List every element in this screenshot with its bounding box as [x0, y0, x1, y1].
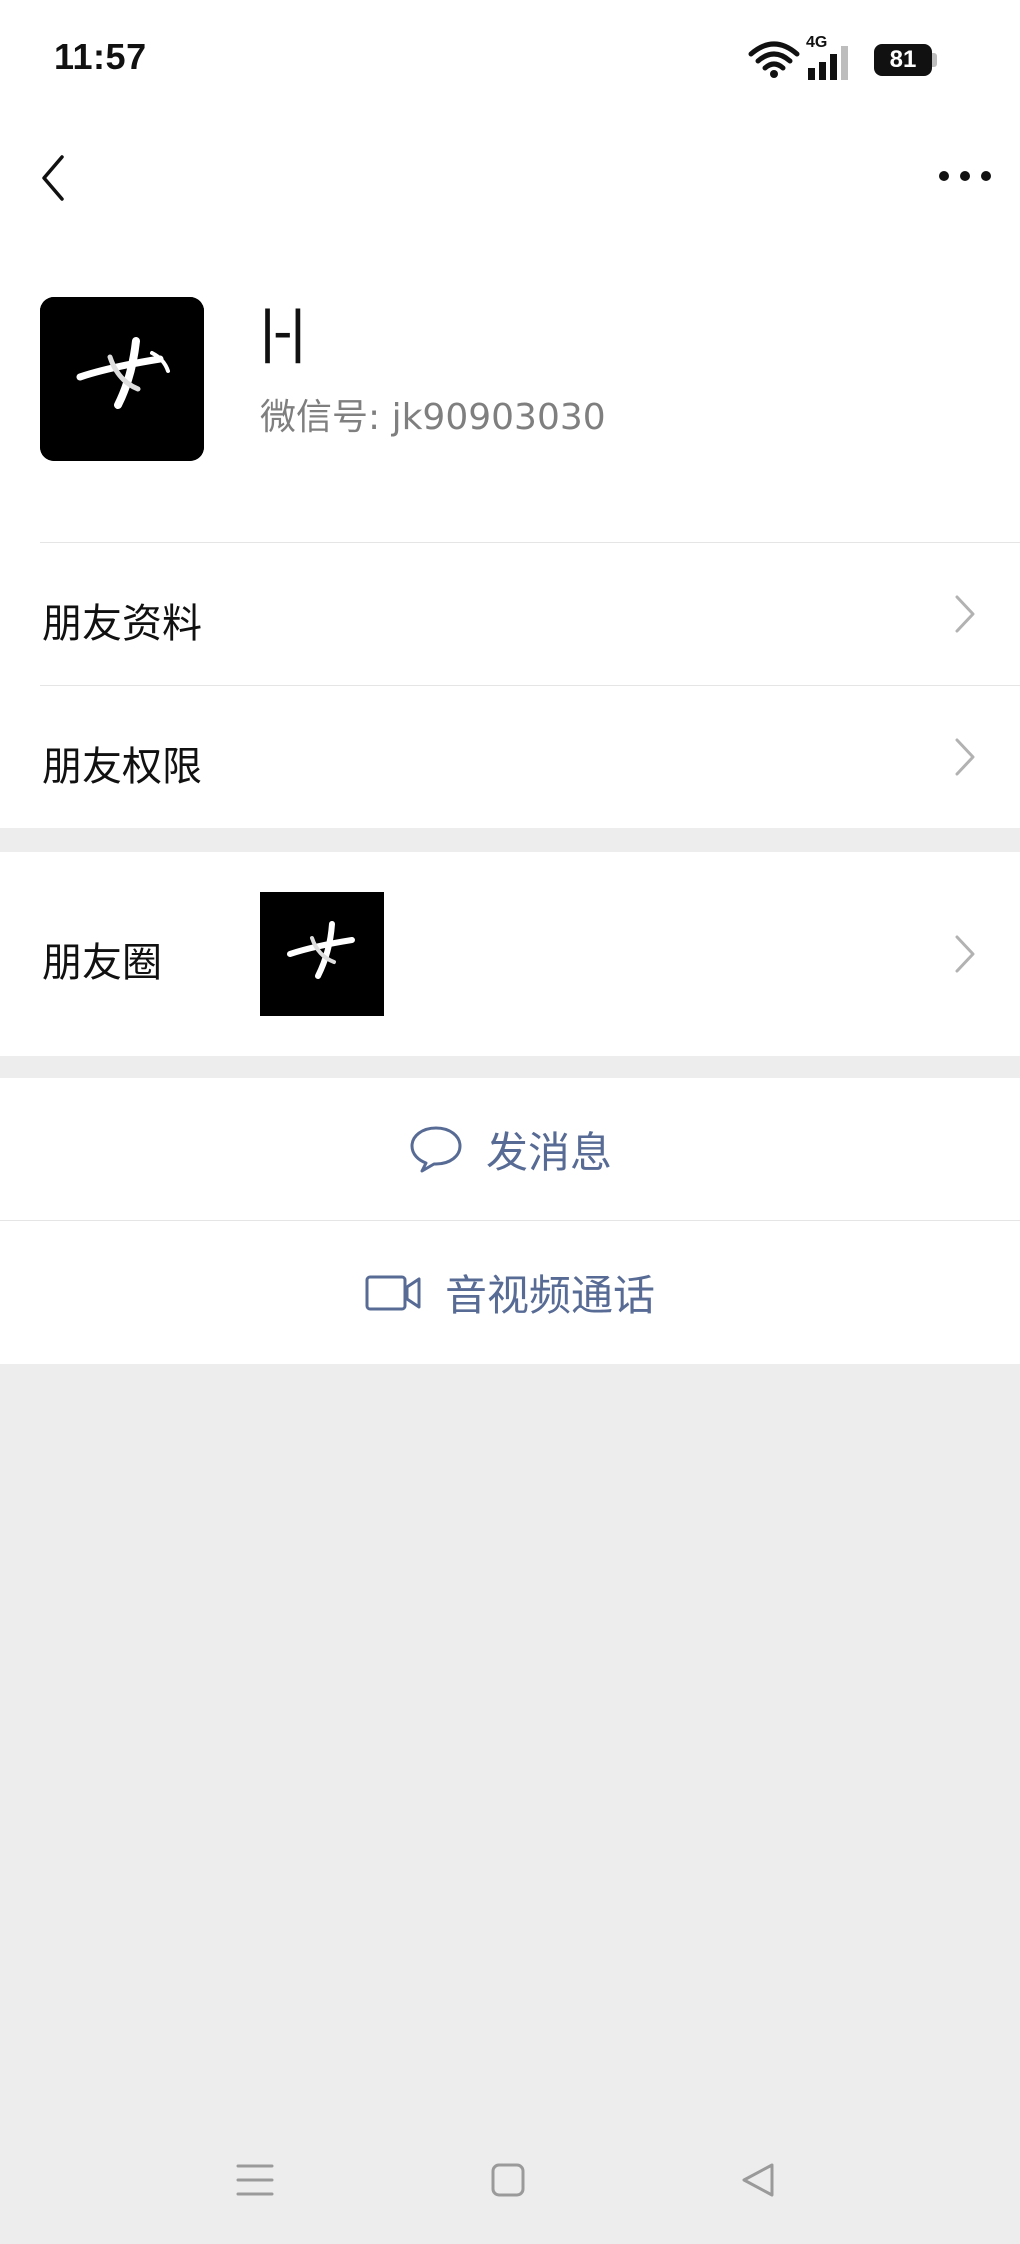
moments-thumbnail	[260, 892, 384, 1016]
send-message-label: 发消息	[485, 1127, 612, 1177]
send-message-button[interactable]: 发消息	[0, 1078, 1020, 1220]
display-name: |-|	[260, 299, 305, 364]
status-bar: 11:57 4G 81	[0, 0, 1020, 120]
moments-image	[260, 892, 384, 1016]
friend-info-label: 朋友资料	[42, 601, 202, 647]
back-triangle-icon[interactable]	[740, 2162, 776, 2198]
battery-tip	[932, 53, 937, 67]
battery-level: 81	[889, 46, 917, 73]
wifi-icon	[748, 41, 800, 78]
friend-info-row[interactable]: 朋友资料	[0, 543, 1020, 686]
menu-icon[interactable]	[236, 2162, 274, 2198]
video-call-label: 音视频通话	[444, 1271, 655, 1320]
moments-label: 朋友圈	[42, 940, 162, 986]
video-camera-icon	[365, 1275, 421, 1310]
profile-card: |-| 微信号: jk90903030	[0, 230, 1020, 543]
avatar[interactable]	[40, 297, 204, 461]
friend-permissions-label: 朋友权限	[42, 744, 202, 790]
more-options-button[interactable]	[930, 156, 1000, 196]
moments-row[interactable]: 朋友圈	[0, 852, 1020, 1056]
chevron-right-icon	[955, 935, 975, 973]
chevron-right-icon	[955, 595, 975, 633]
wechat-id: 微信号: jk90903030	[260, 397, 606, 438]
friend-permissions-row[interactable]: 朋友权限	[0, 686, 1020, 828]
back-button[interactable]	[28, 148, 78, 208]
battery-indicator: 81	[874, 44, 932, 76]
status-icons: 4G 81	[748, 34, 950, 86]
navigation-bar	[0, 120, 1020, 230]
avatar-image	[40, 297, 204, 461]
chevron-right-icon	[955, 738, 975, 776]
chat-bubble-icon	[410, 1126, 462, 1173]
signal-icon	[808, 46, 848, 80]
home-icon[interactable]	[490, 2162, 526, 2198]
video-call-button[interactable]: 音视频通话	[0, 1221, 1020, 1364]
more-icon	[939, 171, 991, 181]
chevron-left-icon	[42, 155, 64, 201]
status-time: 11:57	[54, 36, 147, 77]
